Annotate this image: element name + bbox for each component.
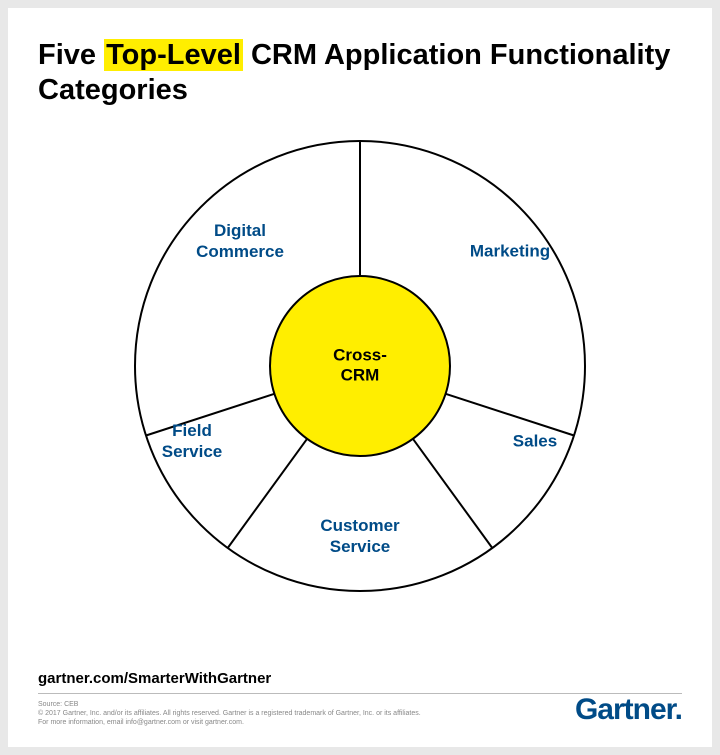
logo-dot: . <box>675 693 682 726</box>
footer-copyright: © 2017 Gartner, Inc. and/or its affiliat… <box>38 709 458 718</box>
wheel-diagram: Marketing Sales CustomerService FieldSer… <box>120 126 600 606</box>
infographic-container: Five Top-Level CRM Application Functiona… <box>8 8 712 747</box>
footer-info: For more information, email info@gartner… <box>38 718 458 727</box>
segment-customer-service: CustomerService <box>320 514 399 557</box>
title-highlight: Top-Level <box>104 39 243 71</box>
footer-fine-print: Source: CEB © 2017 Gartner, Inc. and/or … <box>38 700 458 727</box>
segment-marketing: Marketing <box>470 240 550 261</box>
footer: gartner.com/SmarterWithGartner Source: C… <box>38 670 682 727</box>
footer-source: Source: CEB <box>38 700 458 709</box>
logo-text: Gartner <box>575 693 675 726</box>
center-label: Cross-CRM <box>333 345 387 386</box>
diagram-wrap: Marketing Sales CustomerService FieldSer… <box>38 126 682 606</box>
page-title: Five Top-Level CRM Application Functiona… <box>38 38 682 108</box>
segment-sales: Sales <box>513 430 557 451</box>
segment-field-service: FieldService <box>162 419 223 462</box>
title-pre: Five <box>38 39 104 71</box>
segment-digital-commerce: DigitalCommerce <box>196 219 284 262</box>
gartner-logo: Gartner. <box>575 693 682 727</box>
footer-url: gartner.com/SmarterWithGartner <box>38 670 682 687</box>
